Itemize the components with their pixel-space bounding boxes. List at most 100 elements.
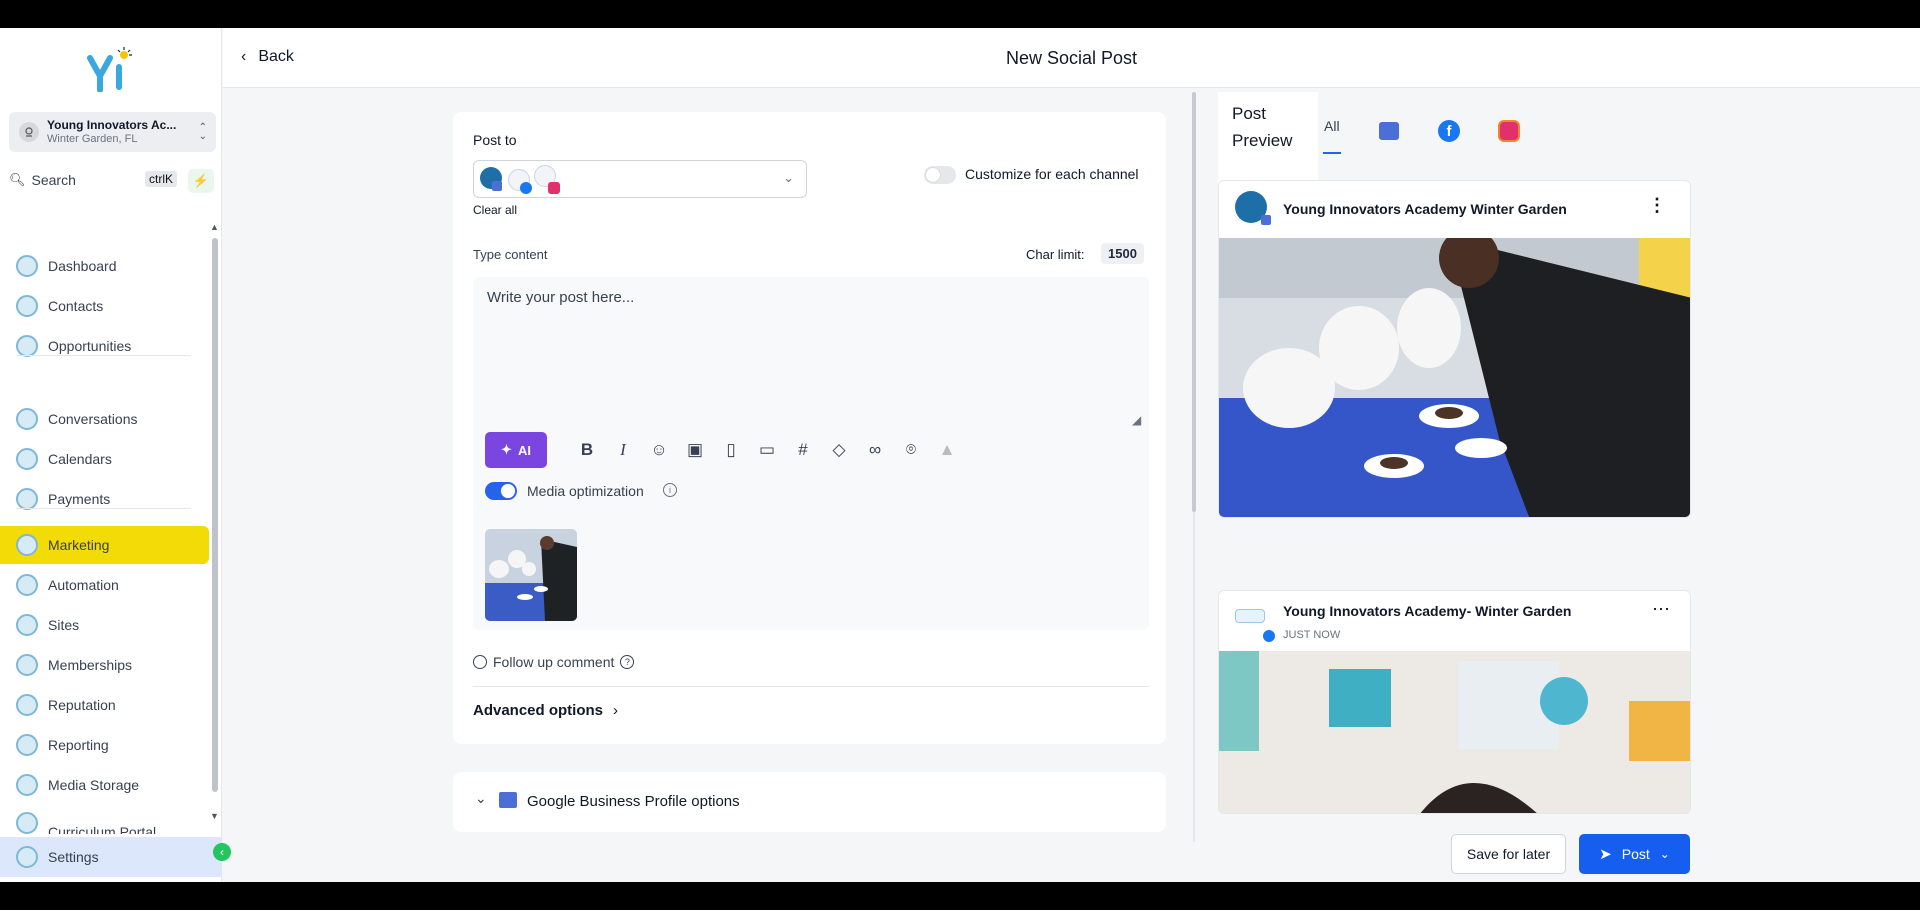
resize-handle-icon[interactable]: ◢ [1132,413,1141,427]
bold-icon[interactable]: B [575,438,599,462]
facebook-icon [1263,630,1275,642]
preview-tab-gbp[interactable] [1379,122,1399,140]
customize-label: Customize for each channel [965,166,1139,182]
sidebar-item-marketing[interactable]: Marketing [0,526,209,564]
brand-logo-icon [87,47,132,92]
sidebar-item-label: Reporting [48,737,109,753]
sidebar-item-label: Opportunities [48,338,132,354]
file-icon[interactable]: ▯ [719,438,743,462]
media-thumbnail[interactable] [485,529,577,621]
scroll-down-icon[interactable]: ▼ [210,811,219,821]
location-icon[interactable]: ⌾ [899,438,923,462]
preview-tab-instagram[interactable] [1498,120,1520,142]
top-header: ‹ Back New Social Post [223,28,1920,88]
facebook-icon [520,182,532,194]
post-content-area[interactable]: Write your post here... ◢ ✦ AI B I ☺ ▣ ▯ … [473,277,1149,630]
facebook-page-avatar [1235,609,1265,623]
link-icon[interactable]: ∞ [863,438,887,462]
media-optimization-toggle[interactable] [485,482,517,500]
char-limit-label: Char limit: [1026,247,1085,262]
emoji-icon[interactable]: ☺ [647,438,671,462]
sidebar-item-label: Curriculum Portal [48,824,157,834]
sidebar-item-contacts[interactable]: Contacts [0,287,210,325]
reporting-icon [16,734,38,756]
sidebar-item-label: Conversations [48,411,138,427]
sidebar-item-payments[interactable]: Payments [0,480,210,518]
editor-scrollbar[interactable] [1192,92,1196,512]
hashtag-icon[interactable]: # [791,438,815,462]
clear-all-link[interactable]: Clear all [473,203,517,217]
advanced-options-toggle[interactable]: Advanced options › [473,702,618,719]
info-icon[interactable]: i [663,483,677,497]
reputation-icon [16,694,38,716]
sidebar-item-label: Dashboard [48,258,117,274]
sidebar-item-label: Automation [48,577,119,593]
customize-toggle[interactable] [924,166,956,184]
canva-icon[interactable]: ▲ [935,438,959,462]
sidebar-item-media-storage[interactable]: Media Storage [0,766,210,804]
sidebar-item-calendars[interactable]: Calendars [0,440,210,478]
collapse-sidebar-icon[interactable]: ‹ [213,843,231,861]
dashboard-icon [16,255,38,277]
sidebar-item-sites[interactable]: Sites [0,606,210,644]
video-icon[interactable]: ▭ [755,438,779,462]
conversations-icon [16,408,38,430]
sidebar-item-label: Payments [48,491,111,507]
preview-account-name: Young Innovators Academy Winter Garden [1283,201,1567,217]
memberships-icon [16,654,38,676]
sidebar-item-reporting[interactable]: Reporting [0,726,210,764]
chevron-right-icon: › [613,702,619,719]
tag-icon[interactable]: ◇ [827,438,851,462]
media-storage-icon [16,774,38,796]
preview-card-gbp: Young Innovators Academy Winter Garden ⋮ [1218,180,1691,518]
image-icon[interactable]: ▣ [683,438,707,462]
post-to-label: Post to [473,132,517,148]
sidebar-item-automation[interactable]: Automation [0,566,210,604]
ai-button[interactable]: ✦ AI [485,432,547,468]
more-horizontal-icon[interactable]: ⋯ [1652,599,1670,620]
italic-icon[interactable]: I [611,438,635,462]
chevron-updown-icon: ⌃ ⌄ [198,122,207,142]
divider [473,686,1149,687]
location-address: Winter Garden, FL [47,133,138,145]
sidebar-item-conversations[interactable]: Conversations [0,400,210,438]
sidebar-item-label: Settings [48,849,99,865]
sidebar-scrollbar[interactable] [212,238,218,792]
search-label: Search [31,172,76,188]
post-editor-card: Post to ⌄ Clear all Customize for each c… [453,112,1166,744]
gbp-options-card[interactable]: ⌄ Google Business Profile options [453,772,1166,832]
sidebar-item-label: Memberships [48,657,133,673]
preview-tab-all[interactable]: All [1324,118,1340,134]
preview-title: Post Preview [1232,104,1293,150]
sidebar-item-dashboard[interactable]: Dashboard [0,247,210,285]
search-icon: 🔍︎ [9,172,26,187]
sidebar-divider [16,508,191,509]
sidebar-search[interactable]: 🔍︎ Search ctrlK [9,168,179,192]
media-optimization-label: Media optimization [527,483,644,499]
post-time: JUST NOW [1283,629,1341,641]
sidebar-item-settings[interactable]: Settings [0,837,222,877]
sidebar-item-reputation[interactable]: Reputation [0,686,210,724]
char-limit-value: 1500 [1101,243,1144,264]
post-button[interactable]: ➤ Post ⌄ [1579,834,1690,874]
opportunities-icon [16,335,38,357]
location-pin-icon [19,122,39,142]
channel-select[interactable]: ⌄ [473,160,807,198]
page-title: New Social Post [1005,48,1138,68]
follow-up-comment[interactable]: Follow up comment ? [473,654,635,670]
preview-tab-facebook[interactable]: f [1438,120,1460,142]
google-business-icon [499,792,517,808]
instagram-icon [548,182,560,194]
sidebar-item-memberships[interactable]: Memberships [0,646,210,684]
more-vertical-icon[interactable]: ⋮ [1648,195,1666,216]
sidebar-item-opportunities[interactable]: Opportunities [0,327,210,365]
search-shortcut: ctrlK [145,171,177,187]
quick-action-bolt-icon[interactable]: ⚡ [188,169,214,193]
save-for-later-button[interactable]: Save for later [1451,834,1566,874]
scroll-up-icon[interactable]: ▲ [210,222,219,232]
sidebar-item-curriculum-portal[interactable]: Curriculum Portal [0,806,210,834]
calendars-icon [16,448,38,470]
location-switcher[interactable]: Young Innovators Ac... Winter Garden, FL… [9,112,216,152]
sidebar-item-label: Marketing [48,537,110,553]
sidebar: Young Innovators Ac... Winter Garden, FL… [0,28,231,882]
